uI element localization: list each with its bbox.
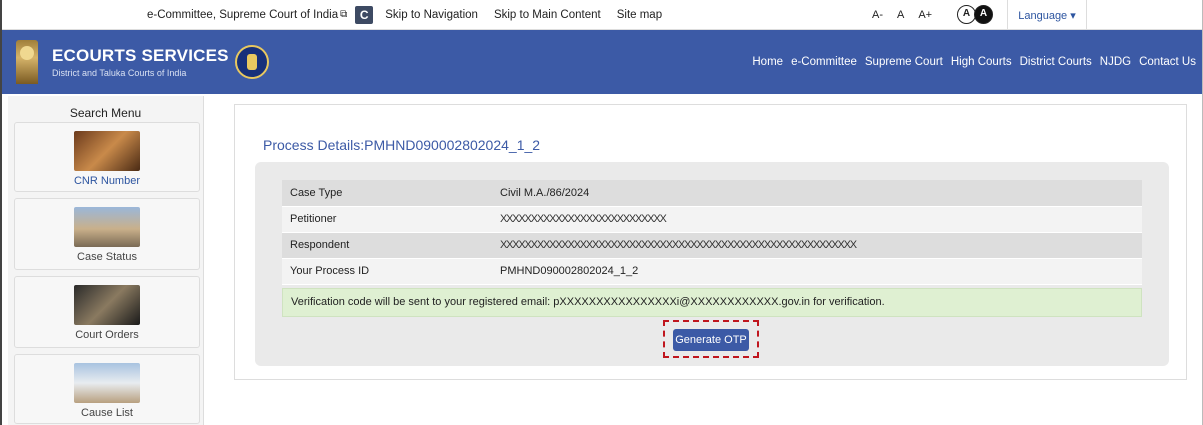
sidebar-item-label: Cause List [81,407,133,419]
contrast-toggle: A A [957,5,993,24]
nav-district-courts[interactable]: District Courts [1020,56,1092,68]
row-value: XXXXXXXXXXXXXXXXXXXXXXXXXXX [492,206,1142,233]
font-size-controls: A- A A+ [872,0,946,30]
sidebar-item-label: CNR Number [73,175,140,187]
table-row: Case Type Civil M.A./86/2024 [282,180,1142,207]
ecommittee-link[interactable]: e-Committee, Supreme Court of India [147,9,338,21]
ecourts-seal-icon [234,45,269,79]
nav-contact-us[interactable]: Contact Us [1139,56,1196,68]
row-value: Civil M.A./86/2024 [492,180,1142,207]
sidebar-item-label: Court Orders [75,329,139,341]
sidebar-item-label: Case Status [77,251,137,263]
dark-contrast-button[interactable]: A [974,5,993,24]
brand[interactable]: ECOURTS SERVICES District and Taluka Cou… [52,46,229,78]
sidebar-item-cnr-number[interactable]: CNR Number [14,122,200,192]
courtroom-icon [74,131,140,171]
page-title: Process Details:PMHND090002802024_1_2 [263,137,541,153]
main-nav: Home e-Committee Supreme Court High Cour… [744,30,1196,94]
font-decrease-button[interactable]: A- [872,9,883,21]
brand-subtitle: District and Taluka Courts of India [52,68,187,78]
sidebar-item-court-orders[interactable]: Court Orders [14,276,200,348]
sidebar-item-cause-list[interactable]: Cause List [14,354,200,424]
c-button[interactable]: C [355,5,374,24]
nav-home[interactable]: Home [752,56,783,68]
nav-supreme-court[interactable]: Supreme Court [865,56,943,68]
app-frame: e-Committee, Supreme Court of India ⧉ C … [0,0,1203,425]
main-content: Process Details:PMHND090002802024_1_2 Ca… [234,104,1187,380]
process-details-panel: Case Type Civil M.A./86/2024 Petitioner … [255,162,1169,366]
nav-njdg[interactable]: NJDG [1100,56,1131,68]
gavel-icon [74,285,140,325]
process-details-table: Case Type Civil M.A./86/2024 Petitioner … [282,180,1142,285]
cause-list-icon [74,363,140,403]
row-key: Your Process ID [282,258,492,285]
search-menu-sidebar: Search Menu CNR Number Case Status Court… [8,96,204,425]
verification-notice: Verification code will be sent to your r… [282,288,1142,317]
search-menu-title: Search Menu [69,106,142,120]
row-value: XXXXXXXXXXXXXXXXXXXXXXXXXXXXXXXXXXXXXXXX… [492,232,1142,259]
national-emblem-icon [16,40,38,84]
font-increase-button[interactable]: A+ [918,9,932,21]
external-link-icon: ⧉ [340,9,348,20]
row-value: PMHND090002802024_1_2 [492,258,1142,285]
row-key: Petitioner [282,206,492,233]
otp-highlight-box: Generate OTP [663,320,759,358]
sidebar-item-case-status[interactable]: Case Status [14,198,200,270]
table-row: Petitioner XXXXXXXXXXXXXXXXXXXXXXXXXXX [282,206,1142,233]
nav-ecommittee[interactable]: e-Committee [791,56,857,68]
nav-high-courts[interactable]: High Courts [951,56,1012,68]
row-key: Respondent [282,232,492,259]
top-utility-bar: e-Committee, Supreme Court of India ⧉ C … [2,0,1202,30]
table-row: Your Process ID PMHND090002802024_1_2 [282,258,1142,285]
font-normal-button[interactable]: A [897,9,904,21]
row-key: Case Type [282,180,492,207]
language-dropdown[interactable]: Language ▾ [1007,0,1087,30]
brand-title: ECOURTS SERVICES [52,46,229,65]
sitemap-link[interactable]: Site map [617,9,662,21]
generate-otp-button[interactable]: Generate OTP [673,329,749,351]
table-row: Respondent XXXXXXXXXXXXXXXXXXXXXXXXXXXXX… [282,232,1142,259]
skip-navigation-link[interactable]: Skip to Navigation [385,9,478,21]
court-building-icon [74,207,140,247]
site-header: ECOURTS SERVICES District and Taluka Cou… [2,30,1202,94]
skip-main-content-link[interactable]: Skip to Main Content [494,9,601,21]
